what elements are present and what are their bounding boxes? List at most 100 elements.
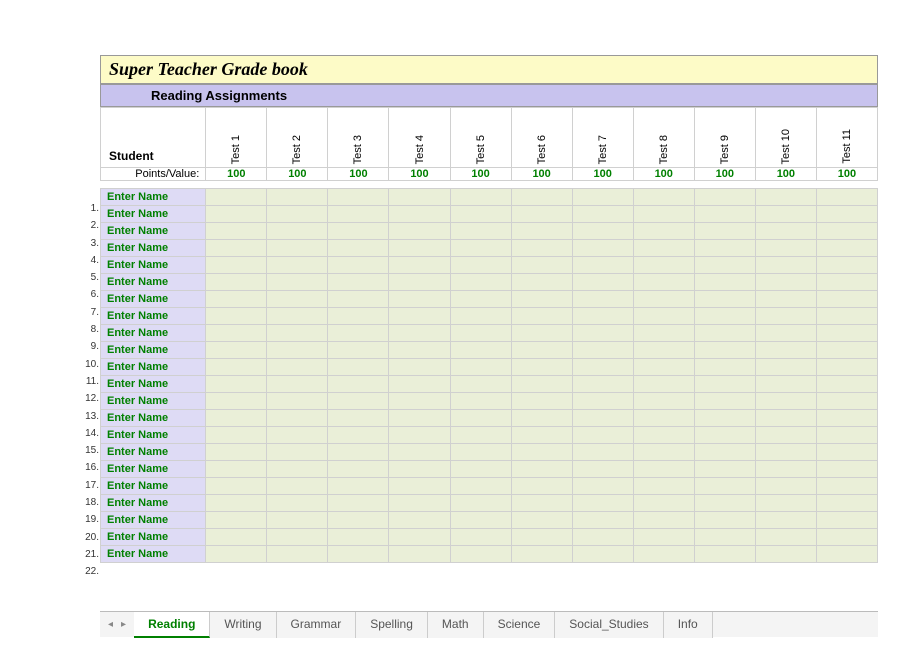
- grade-cell[interactable]: [633, 461, 694, 478]
- grade-cell[interactable]: [450, 257, 511, 274]
- grade-cell[interactable]: [450, 291, 511, 308]
- grade-cell[interactable]: [389, 359, 450, 376]
- grade-cell[interactable]: [389, 427, 450, 444]
- sheet-tab-math[interactable]: Math: [428, 612, 484, 638]
- grade-cell[interactable]: [267, 359, 328, 376]
- grade-cell[interactable]: [511, 529, 572, 546]
- grade-cell[interactable]: [816, 444, 877, 461]
- grade-cell[interactable]: [755, 495, 816, 512]
- student-name-cell[interactable]: Enter Name: [101, 427, 206, 444]
- grade-cell[interactable]: [389, 410, 450, 427]
- grade-cell[interactable]: [755, 529, 816, 546]
- sheet-tab-spelling[interactable]: Spelling: [356, 612, 428, 638]
- grade-cell[interactable]: [206, 325, 267, 342]
- grade-cell[interactable]: [206, 291, 267, 308]
- tab-nav-arrows[interactable]: ◂ ▸: [100, 619, 134, 630]
- student-name-cell[interactable]: Enter Name: [101, 342, 206, 359]
- sheet-tab-writing[interactable]: Writing: [210, 612, 276, 638]
- grade-cell[interactable]: [572, 274, 633, 291]
- grade-cell[interactable]: [572, 342, 633, 359]
- grade-cell[interactable]: [572, 359, 633, 376]
- grade-cell[interactable]: [755, 410, 816, 427]
- student-name-cell[interactable]: Enter Name: [101, 478, 206, 495]
- grade-cell[interactable]: [389, 342, 450, 359]
- grade-cell[interactable]: [450, 393, 511, 410]
- grade-cell[interactable]: [572, 206, 633, 223]
- grade-cell[interactable]: [328, 444, 389, 461]
- grade-grid[interactable]: Student Test 1 Test 2 Test 3 Test 4 Test…: [100, 107, 878, 563]
- tab-nav-next-icon[interactable]: ▸: [121, 619, 126, 630]
- student-name-cell[interactable]: Enter Name: [101, 291, 206, 308]
- grade-cell[interactable]: [328, 376, 389, 393]
- grade-cell[interactable]: [267, 444, 328, 461]
- grade-cell[interactable]: [328, 410, 389, 427]
- sheet-tab-social_studies[interactable]: Social_Studies: [555, 612, 663, 638]
- grade-cell[interactable]: [389, 461, 450, 478]
- grade-cell[interactable]: [389, 223, 450, 240]
- grade-cell[interactable]: [450, 495, 511, 512]
- grade-cell[interactable]: [755, 376, 816, 393]
- grade-cell[interactable]: [511, 274, 572, 291]
- grade-cell[interactable]: [328, 495, 389, 512]
- grade-cell[interactable]: [816, 359, 877, 376]
- grade-cell[interactable]: [572, 546, 633, 563]
- grade-cell[interactable]: [389, 325, 450, 342]
- student-name-cell[interactable]: Enter Name: [101, 461, 206, 478]
- grade-cell[interactable]: [572, 257, 633, 274]
- points-cell[interactable]: 100: [267, 168, 328, 181]
- grade-cell[interactable]: [328, 291, 389, 308]
- grade-cell[interactable]: [206, 376, 267, 393]
- grade-cell[interactable]: [572, 410, 633, 427]
- grade-cell[interactable]: [267, 478, 328, 495]
- grade-cell[interactable]: [328, 478, 389, 495]
- grade-cell[interactable]: [450, 342, 511, 359]
- student-name-cell[interactable]: Enter Name: [101, 325, 206, 342]
- grade-cell[interactable]: [389, 376, 450, 393]
- grade-cell[interactable]: [328, 325, 389, 342]
- grade-cell[interactable]: [633, 189, 694, 206]
- grade-cell[interactable]: [267, 495, 328, 512]
- grade-cell[interactable]: [633, 478, 694, 495]
- grade-cell[interactable]: [450, 529, 511, 546]
- grade-cell[interactable]: [389, 546, 450, 563]
- grade-cell[interactable]: [511, 240, 572, 257]
- grade-cell[interactable]: [816, 376, 877, 393]
- points-cell[interactable]: 100: [450, 168, 511, 181]
- grade-cell[interactable]: [755, 274, 816, 291]
- grade-cell[interactable]: [511, 478, 572, 495]
- grade-cell[interactable]: [694, 376, 755, 393]
- grade-cell[interactable]: [816, 189, 877, 206]
- grade-cell[interactable]: [206, 308, 267, 325]
- grade-cell[interactable]: [206, 512, 267, 529]
- grade-cell[interactable]: [816, 495, 877, 512]
- grade-cell[interactable]: [694, 206, 755, 223]
- grade-cell[interactable]: [755, 308, 816, 325]
- grade-cell[interactable]: [511, 223, 572, 240]
- grade-cell[interactable]: [633, 444, 694, 461]
- student-name-cell[interactable]: Enter Name: [101, 359, 206, 376]
- tab-nav-prev-icon[interactable]: ◂: [108, 619, 113, 630]
- grade-cell[interactable]: [206, 274, 267, 291]
- grade-cell[interactable]: [694, 189, 755, 206]
- grade-cell[interactable]: [694, 461, 755, 478]
- grade-cell[interactable]: [450, 546, 511, 563]
- grade-cell[interactable]: [572, 427, 633, 444]
- grade-cell[interactable]: [267, 189, 328, 206]
- grade-cell[interactable]: [389, 274, 450, 291]
- grade-cell[interactable]: [816, 512, 877, 529]
- grade-cell[interactable]: [755, 393, 816, 410]
- grade-cell[interactable]: [633, 376, 694, 393]
- grade-cell[interactable]: [389, 240, 450, 257]
- grade-cell[interactable]: [267, 376, 328, 393]
- grade-cell[interactable]: [633, 291, 694, 308]
- grade-cell[interactable]: [633, 206, 694, 223]
- grade-cell[interactable]: [267, 240, 328, 257]
- grade-cell[interactable]: [267, 393, 328, 410]
- grade-cell[interactable]: [755, 257, 816, 274]
- grade-cell[interactable]: [816, 478, 877, 495]
- grade-cell[interactable]: [450, 223, 511, 240]
- grade-cell[interactable]: [511, 444, 572, 461]
- grade-cell[interactable]: [267, 512, 328, 529]
- grade-cell[interactable]: [206, 240, 267, 257]
- grade-cell[interactable]: [694, 478, 755, 495]
